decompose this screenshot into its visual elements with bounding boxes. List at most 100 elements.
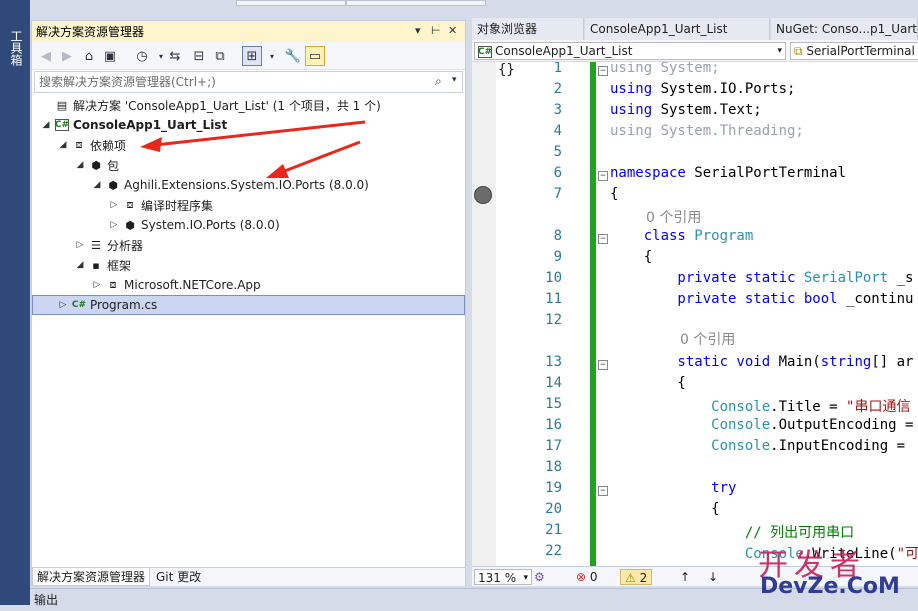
collapsed-arrow-icon[interactable]: ▷ [91, 280, 103, 290]
tab-project[interactable]: ConsoleApp1_Uart_List [585, 18, 770, 40]
line-number: 17 [545, 438, 562, 454]
code-line[interactable]: Console.InputEncoding = [610, 438, 905, 454]
fold-toggle-icon[interactable]: − [598, 66, 608, 76]
code-line[interactable]: using System.Threading; [610, 123, 804, 139]
code-line[interactable]: using System.Text; [610, 102, 762, 118]
tree-item-program-cs[interactable]: ▷ C# Program.cs [32, 295, 465, 315]
code-line[interactable]: static void Main(string[] ar [610, 354, 913, 370]
code-line[interactable]: try [610, 480, 736, 496]
properties-wrench-icon[interactable]: 🔧 [283, 46, 303, 66]
pending-changes-icon[interactable]: ◷ [132, 46, 152, 66]
line-number: 7 [553, 186, 562, 202]
expanded-arrow-icon[interactable]: ◢ [74, 160, 86, 170]
expanded-arrow-icon[interactable]: ◢ [40, 120, 52, 130]
type-dropdown[interactable]: ⧉ SerialPortTerminal [790, 42, 918, 60]
tab-solution-explorer[interactable]: 解决方案资源管理器 [32, 568, 151, 586]
view-toggle-icon[interactable]: ⊞ [242, 46, 262, 66]
collapse-all-icon[interactable]: ⊟ [189, 46, 209, 66]
sync-icon[interactable]: ⇆ [165, 46, 185, 66]
reference-count-label[interactable]: 0 个引用 [680, 329, 735, 349]
tree-item-label: 包 [107, 158, 120, 173]
tree-item-label: 框架 [107, 258, 132, 273]
expanded-arrow-icon[interactable]: ◢ [91, 180, 103, 190]
expanded-arrow-icon[interactable]: ◢ [74, 260, 86, 270]
collapsed-arrow-icon[interactable]: ▷ [74, 240, 86, 250]
code-editor[interactable]: {} 1 using System; 2 using System.IO.Ports;… [472, 62, 918, 566]
fold-toggle-icon[interactable]: − [598, 486, 608, 496]
code-line[interactable]: Console.Title = "串口通信 [610, 396, 910, 416]
tree-item-aghili-package[interactable]: ◢ ⬢ Aghili.Extensions.System.IO.Ports (8… [91, 175, 369, 195]
dropdown-icon[interactable]: ▾ [415, 24, 421, 37]
line-number: 11 [545, 291, 562, 307]
solution-explorer-panel: 解决方案资源管理器 ▾ ⊢ ✕ ◀ ▶ ⌂ ▣ ◷ ▾ ⇆ ⊟ ⧉ ⊞ ▾ 🔧 … [31, 20, 466, 586]
tree-item-solution[interactable]: ▤ 解决方案 'ConsoleApp1_Uart_List' (1 个项目，共 … [40, 95, 381, 115]
code-line[interactable]: using System.IO.Ports; [610, 81, 795, 97]
show-all-files-icon[interactable]: ⧉ [210, 46, 230, 66]
collapsed-arrow-icon[interactable]: ▷ [108, 220, 120, 230]
prev-issue-icon[interactable]: ↑ [680, 569, 690, 585]
top-dropdown[interactable] [236, 0, 346, 6]
warnings-indicator[interactable]: ⚠ 2 [620, 569, 653, 585]
code-line[interactable]: { [610, 375, 685, 391]
tree-item-analyzers[interactable]: ▷ ☰ 分析器 [74, 235, 143, 255]
analyzer-icon: ☰ [91, 238, 101, 252]
search-icon[interactable]: ⌕ [435, 74, 442, 89]
view-dropdown-icon[interactable]: ▾ [262, 46, 282, 66]
project-dropdown-label: ConsoleApp1_Uart_List [495, 44, 633, 58]
tree-item-system-io-ports[interactable]: ▷ ⬢ System.IO.Ports (8.0.0) [108, 215, 280, 235]
back-icon[interactable]: ◀ [36, 46, 56, 66]
tree-item-compile-assemblies[interactable]: ▷ ⧈ 编译时程序集 [108, 195, 213, 215]
expanded-arrow-icon[interactable]: ◢ [57, 140, 69, 150]
fold-toggle-icon[interactable]: − [598, 360, 608, 370]
code-line[interactable]: using System; [610, 62, 720, 76]
line-number: 22 [545, 543, 562, 559]
next-issue-icon[interactable]: ↓ [708, 569, 718, 585]
collapsed-arrow-icon[interactable]: ▷ [57, 300, 69, 310]
switch-views-icon[interactable]: ▣ [100, 46, 120, 66]
code-line[interactable]: // 列出可用串口 [610, 522, 854, 542]
code-line[interactable]: private static bool _continu [610, 291, 913, 307]
home-icon[interactable]: ⌂ [79, 46, 99, 66]
fold-toggle-icon[interactable]: − [598, 234, 608, 244]
solution-explorer-titlebar: 解决方案资源管理器 ▾ ⊢ ✕ [32, 21, 465, 42]
error-count: 0 [589, 570, 598, 584]
close-icon[interactable]: ✕ [448, 24, 457, 37]
csharp-project-icon: C# [477, 45, 493, 58]
tree-item-frameworks[interactable]: ◢ ▪ 框架 [74, 255, 131, 275]
code-line[interactable]: { [610, 249, 652, 265]
toolbox-label[interactable]: 工具箱 [8, 30, 25, 66]
site-watermark-logo: 开发者 DevZe.CoM [748, 540, 918, 605]
collapsed-arrow-icon[interactable]: ▷ [108, 200, 120, 210]
toolbox-strip[interactable]: 工具箱 [0, 0, 30, 605]
preview-icon[interactable]: ▭ [305, 46, 325, 66]
code-line[interactable]: namespace SerialPortTerminal [610, 165, 846, 181]
search-options-icon[interactable]: ▾ [452, 75, 457, 85]
top-dropdown-2[interactable] [346, 0, 486, 6]
fold-toggle-icon[interactable]: − [598, 171, 608, 181]
tree-item-packages[interactable]: ◢ ⬢ 包 [74, 155, 119, 175]
tab-object-browser[interactable]: 对象浏览器 [472, 18, 584, 40]
line-number: 1 [553, 62, 562, 76]
code-line[interactable]: { [610, 186, 618, 202]
tab-git-changes[interactable]: Git 更改 [152, 568, 205, 586]
intellicode-icon[interactable]: ⚙ [534, 569, 545, 585]
code-line[interactable]: class Program [610, 228, 754, 244]
code-line[interactable]: private static SerialPort _s [610, 270, 913, 286]
tree-item-dependencies[interactable]: ◢ ⧈ 依赖项 [57, 135, 126, 155]
tab-nuget[interactable]: NuGet: Conso...p1_Uart_List [771, 18, 918, 40]
code-line[interactable]: Console.OutputEncoding = [610, 417, 913, 433]
tree-item-project[interactable]: ◢ C# ConsoleApp1_Uart_List [40, 115, 228, 135]
pin-icon[interactable]: ⊢ [431, 24, 441, 37]
tree-item-label: Program.cs [90, 298, 158, 312]
tree-item-netcore-app[interactable]: ▷ ⧈ Microsoft.NETCore.App [91, 275, 261, 295]
line-number: 20 [545, 501, 562, 517]
code-line[interactable]: { [610, 501, 719, 517]
editor-margin[interactable] [472, 62, 496, 566]
errors-indicator[interactable]: ⊗ 0 [576, 569, 598, 585]
breakpoint-icon[interactable] [474, 186, 492, 204]
project-dropdown[interactable]: C# ConsoleApp1_Uart_List ▾ [474, 42, 786, 60]
zoom-dropdown[interactable]: 131 % ▾ [474, 569, 532, 585]
forward-icon[interactable]: ▶ [57, 46, 77, 66]
solution-explorer-search-input[interactable]: 搜索解决方案资源管理器(Ctrl+;) [34, 71, 463, 93]
reference-count-label[interactable]: 0 个引用 [646, 207, 701, 227]
